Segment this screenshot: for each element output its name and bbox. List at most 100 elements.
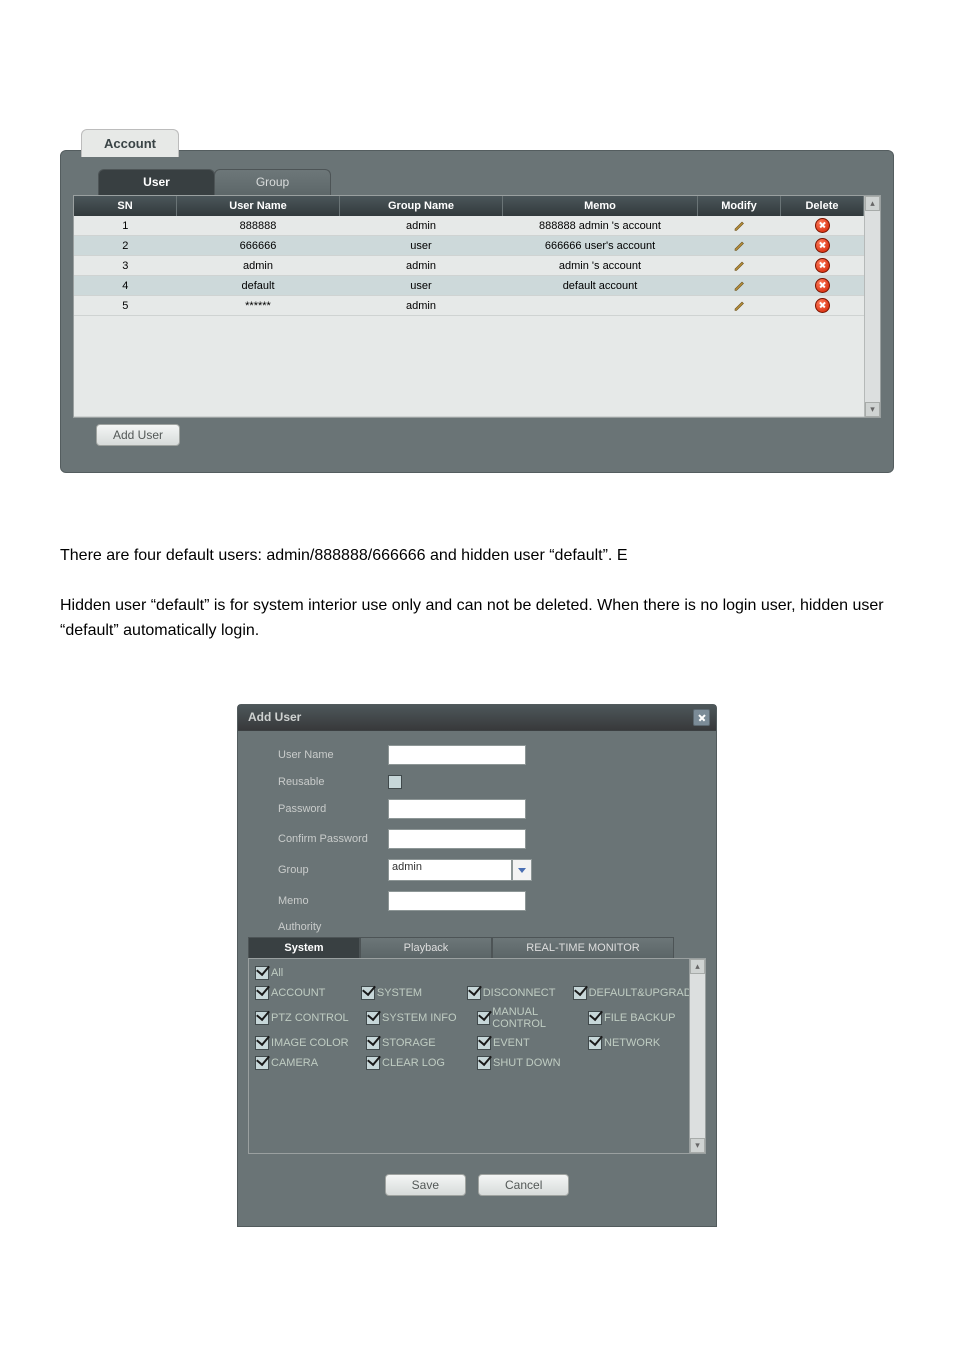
group-select[interactable]: admin	[388, 859, 512, 881]
scroll-up-icon[interactable]: ▴	[690, 959, 705, 974]
perm-checkbox[interactable]	[255, 986, 269, 1000]
cell-memo	[503, 296, 698, 316]
add-user-dialog: Add User User Name Reusable Password Con…	[237, 704, 717, 1227]
cell-sn: 5	[74, 296, 177, 316]
label-confirm-password: Confirm Password	[278, 833, 388, 845]
cell-memo: admin 's account	[503, 256, 698, 276]
pencil-icon[interactable]	[734, 280, 745, 291]
perm-item[interactable]: EVENT	[477, 1033, 588, 1053]
perm-scrollbar[interactable]: ▴ ▾	[689, 959, 705, 1153]
scroll-up-icon[interactable]: ▴	[865, 196, 880, 211]
perm-item[interactable]: ACCOUNT	[255, 983, 361, 1003]
table-row: 2666666user666666 user's account	[74, 236, 864, 256]
perm-label: SHUT DOWN	[493, 1057, 561, 1069]
perm-label: SYSTEM INFO	[382, 1012, 457, 1024]
perm-checkbox[interactable]	[366, 1056, 380, 1070]
perm-item[interactable]: CLEAR LOG	[366, 1053, 477, 1073]
user-name-input[interactable]	[388, 745, 526, 765]
auth-tab-system[interactable]: System	[248, 937, 360, 958]
auth-tab-realtime[interactable]: REAL-TIME MONITOR	[492, 937, 674, 958]
cell-group-name: user	[340, 236, 503, 256]
perm-checkbox[interactable]	[255, 966, 269, 980]
perm-item[interactable]: SYSTEM INFO	[366, 1003, 477, 1033]
perm-checkbox[interactable]	[361, 986, 375, 1000]
perm-checkbox[interactable]	[467, 986, 481, 1000]
perm-label: CAMERA	[271, 1057, 318, 1069]
perm-checkbox[interactable]	[255, 1056, 269, 1070]
perm-label: IMAGE COLOR	[271, 1037, 349, 1049]
chevron-down-icon[interactable]	[512, 859, 532, 881]
pencil-icon[interactable]	[734, 260, 745, 271]
label-user-name: User Name	[278, 749, 388, 761]
cell-delete	[781, 256, 864, 276]
perm-checkbox[interactable]	[477, 1011, 490, 1025]
label-memo: Memo	[278, 895, 388, 907]
perm-item[interactable]: STORAGE	[366, 1033, 477, 1053]
perm-item[interactable]: PTZ CONTROL	[255, 1003, 366, 1033]
scroll-down-icon[interactable]: ▾	[690, 1138, 705, 1153]
cell-modify	[698, 256, 781, 276]
perm-checkbox[interactable]	[573, 986, 587, 1000]
perm-checkbox[interactable]	[366, 1011, 380, 1025]
perm-item[interactable]: CAMERA	[255, 1053, 366, 1073]
perm-item[interactable]: DISCONNECT	[467, 983, 573, 1003]
close-icon[interactable]	[693, 709, 710, 726]
perm-all[interactable]: All	[255, 963, 385, 983]
cell-memo: 666666 user's account	[503, 236, 698, 256]
table-row: 4defaultuserdefault account	[74, 276, 864, 296]
cell-sn: 4	[74, 276, 177, 296]
col-user-name: User Name	[177, 196, 340, 216]
perm-label: MANUAL CONTROL	[492, 1006, 588, 1030]
perm-item[interactable]: MANUAL CONTROL	[477, 1003, 588, 1033]
perm-checkbox[interactable]	[588, 1011, 602, 1025]
delete-icon[interactable]	[815, 258, 830, 273]
perm-item[interactable]: SHUT DOWN	[477, 1053, 588, 1073]
delete-icon[interactable]	[815, 238, 830, 253]
confirm-password-input[interactable]	[388, 829, 526, 849]
delete-icon[interactable]	[815, 218, 830, 233]
perm-checkbox[interactable]	[255, 1036, 269, 1050]
cell-delete	[781, 216, 864, 236]
cell-delete	[781, 276, 864, 296]
tab-user[interactable]: User	[98, 169, 215, 195]
cell-group-name: admin	[340, 216, 503, 236]
delete-icon[interactable]	[815, 298, 830, 313]
memo-input[interactable]	[388, 891, 526, 911]
cell-modify	[698, 216, 781, 236]
perm-item[interactable]: DEFAULT&UPGRADE	[573, 983, 699, 1003]
delete-icon[interactable]	[815, 278, 830, 293]
perm-label: STORAGE	[382, 1037, 436, 1049]
permissions-box: All ACCOUNT SYSTEM DISCONNECTDEFAULT&UPGRA…	[248, 958, 706, 1154]
scroll-down-icon[interactable]: ▾	[865, 402, 880, 417]
auth-tab-playback[interactable]: Playback	[360, 937, 492, 958]
perm-item[interactable]: SYSTEM	[361, 983, 467, 1003]
password-input[interactable]	[388, 799, 526, 819]
pencil-icon[interactable]	[734, 300, 745, 311]
perm-label: SYSTEM	[377, 987, 422, 999]
reusable-checkbox[interactable]	[388, 775, 402, 789]
add-user-button[interactable]: Add User	[96, 424, 180, 446]
col-modify: Modify	[698, 196, 781, 216]
perm-item[interactable]: FILE BACKUP	[588, 1003, 699, 1033]
perm-item[interactable]	[588, 1053, 699, 1073]
perm-checkbox[interactable]	[366, 1036, 380, 1050]
cell-user-name: admin	[177, 256, 340, 276]
perm-checkbox[interactable]	[588, 1036, 602, 1050]
col-memo: Memo	[503, 196, 698, 216]
save-button[interactable]: Save	[385, 1174, 466, 1196]
perm-checkbox[interactable]	[477, 1036, 491, 1050]
perm-checkbox[interactable]	[255, 1011, 269, 1025]
tab-group[interactable]: Group	[214, 169, 331, 195]
table-scrollbar[interactable]: ▴ ▾	[864, 196, 880, 417]
user-table-wrapper: SN User Name Group Name Memo Modify Dele…	[73, 195, 881, 418]
perm-checkbox[interactable]	[477, 1056, 491, 1070]
perm-item[interactable]: IMAGE COLOR	[255, 1033, 366, 1053]
cell-modify	[698, 276, 781, 296]
cell-modify	[698, 236, 781, 256]
pencil-icon[interactable]	[734, 220, 745, 231]
cancel-button[interactable]: Cancel	[478, 1174, 569, 1196]
perm-item[interactable]: NETWORK	[588, 1033, 699, 1053]
cell-memo: 888888 admin 's account	[503, 216, 698, 236]
table-row: 5******admin	[74, 296, 864, 316]
pencil-icon[interactable]	[734, 240, 745, 251]
